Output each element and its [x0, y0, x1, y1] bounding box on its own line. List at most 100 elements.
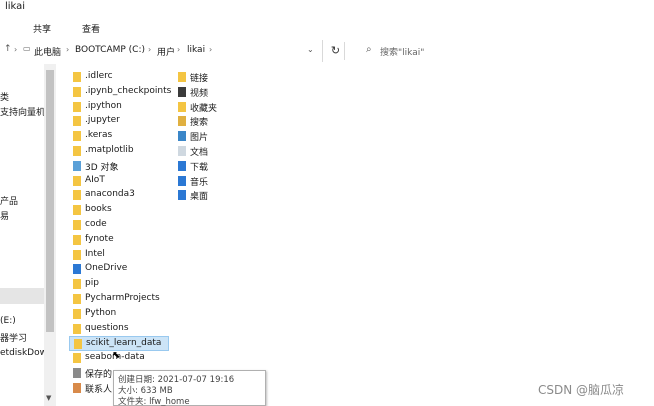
file-item-label: books: [85, 204, 112, 215]
folder-icon: [73, 146, 81, 156]
links-icon: [178, 72, 186, 82]
pictures-icon: [178, 131, 186, 142]
file-item[interactable]: anaconda3: [73, 188, 163, 203]
file-item-label: .idlerc: [85, 71, 113, 81]
refresh-button[interactable]: ↻: [327, 42, 345, 60]
file-item-label: 文档: [190, 148, 209, 158]
file-item[interactable]: AIoT: [73, 174, 163, 189]
nav-item[interactable]: 支持向量机: [0, 105, 45, 118]
file-item[interactable]: fynote: [73, 233, 163, 248]
mouse-cursor-icon: ⬉: [112, 350, 121, 361]
crumb-likai[interactable]: likai: [187, 45, 205, 55]
file-item[interactable]: .keras: [73, 129, 163, 144]
file-item-label: anaconda3: [85, 189, 135, 200]
nav-item[interactable]: (E:): [0, 316, 16, 326]
documents-icon: [178, 146, 186, 156]
file-item-label: 3D 对象: [85, 162, 119, 173]
scrollbar-thumb[interactable]: [46, 70, 54, 332]
saved-games-icon: [73, 368, 81, 378]
downloads-icon: [178, 160, 186, 171]
file-item-label: 保存的: [85, 370, 113, 380]
file-item[interactable]: .ipython: [73, 100, 163, 115]
tab-view[interactable]: 查看: [82, 22, 100, 35]
folder-icon: [73, 279, 81, 290]
folder-icon: [73, 323, 81, 334]
chevron-right-icon[interactable]: ›: [209, 45, 212, 54]
file-item[interactable]: 链接: [178, 70, 268, 85]
file-item[interactable]: .matplotlib: [73, 144, 163, 159]
file-item[interactable]: Python: [73, 307, 163, 322]
scroll-down-icon[interactable]: ▼: [46, 394, 51, 402]
file-item[interactable]: 3D 对象: [73, 159, 163, 174]
file-item[interactable]: code: [73, 218, 163, 233]
file-item-label: .ipynb_checkpoints: [85, 85, 172, 96]
file-item[interactable]: PycharmProjects: [73, 292, 163, 307]
file-item[interactable]: 收藏夹: [178, 100, 268, 115]
file-item[interactable]: OneDrive: [73, 262, 163, 277]
folder-icon: [73, 131, 81, 142]
nav-item[interactable]: 类: [0, 90, 9, 103]
music-icon: [178, 175, 186, 186]
up-arrow-icon[interactable]: ↑: [4, 44, 12, 54]
file-item[interactable]: questions: [73, 322, 163, 337]
onedrive-icon: [73, 264, 81, 275]
file-item[interactable]: .jupyter: [73, 114, 163, 129]
file-item-label: 视频: [190, 88, 209, 99]
search-box[interactable]: ⌕ 搜索"likai": [350, 40, 654, 62]
file-item[interactable]: books: [73, 203, 163, 218]
file-item[interactable]: Intel: [73, 248, 163, 263]
file-item-label: pip: [85, 278, 99, 289]
nav-item[interactable]: 产品: [0, 194, 18, 207]
file-item-label: 图片: [190, 133, 209, 144]
file-item[interactable]: 视频: [178, 85, 268, 100]
file-item[interactable]: 文档: [178, 144, 268, 159]
address-bar[interactable]: ↑ › ▭ 此电脑 › BOOTCAMP (C:) › 用户 › likai ›…: [0, 40, 323, 62]
nav-item[interactable]: 易: [0, 209, 9, 222]
search-placeholder[interactable]: 搜索"likai": [380, 45, 424, 58]
file-item[interactable]: pip: [73, 277, 163, 292]
ribbon: 共享 查看: [0, 18, 654, 36]
crumb-drive[interactable]: BOOTCAMP (C:): [75, 45, 145, 55]
file-item[interactable]: 桌面: [178, 188, 268, 203]
folder-icon: [73, 116, 81, 127]
folder-icon: [73, 308, 81, 319]
folder-icon: [73, 190, 81, 201]
title-bar: likai: [0, 0, 654, 14]
nav-item[interactable]: 器学习: [0, 331, 27, 344]
file-item[interactable]: 搜索: [178, 114, 268, 129]
chevron-right-icon[interactable]: ›: [177, 45, 180, 54]
nav-scrollbar[interactable]: ▼: [44, 64, 56, 406]
tab-share[interactable]: 共享: [33, 22, 51, 35]
file-item-label: .ipython: [85, 100, 122, 111]
chevron-right-icon[interactable]: ›: [66, 45, 69, 54]
file-item-label: 音乐: [190, 177, 209, 188]
tooltip-folders: 文件夹: lfw_home: [118, 397, 190, 406]
watermark: CSDN @脑瓜凉: [538, 383, 625, 397]
chevron-down-icon[interactable]: ⌄: [307, 45, 314, 54]
crumb-this-pc[interactable]: 此电脑: [34, 45, 61, 58]
refresh-icon: ↻: [330, 44, 341, 57]
file-item[interactable]: .ipynb_checkpoints: [73, 85, 171, 100]
file-item-label: 下载: [190, 162, 209, 173]
file-item-label: .keras: [85, 130, 113, 141]
folder-icon: [73, 175, 81, 186]
file-item[interactable]: .idlerc: [73, 70, 163, 85]
favorites-icon: [178, 101, 186, 112]
contacts-icon: [73, 382, 81, 393]
desktop-icon: [178, 190, 186, 201]
file-item-label: code: [85, 219, 107, 229]
file-item-label: 桌面: [190, 192, 209, 203]
chevron-right-icon[interactable]: ›: [148, 45, 151, 54]
file-item[interactable]: 图片: [178, 129, 268, 144]
file-item[interactable]: 音乐: [178, 174, 268, 189]
file-item-label: .jupyter: [85, 115, 120, 126]
file-item[interactable]: 下载: [178, 159, 268, 174]
nav-selected-row[interactable]: [0, 288, 44, 304]
file-item-label: 链接: [190, 74, 209, 84]
folder-icon: [73, 294, 81, 304]
folder-icon: [73, 220, 81, 230]
file-item-label: PycharmProjects: [85, 293, 160, 303]
crumb-users[interactable]: 用户: [157, 45, 175, 58]
folder-icon: [73, 249, 81, 260]
nav-item[interactable]: etdiskDow: [0, 348, 47, 358]
